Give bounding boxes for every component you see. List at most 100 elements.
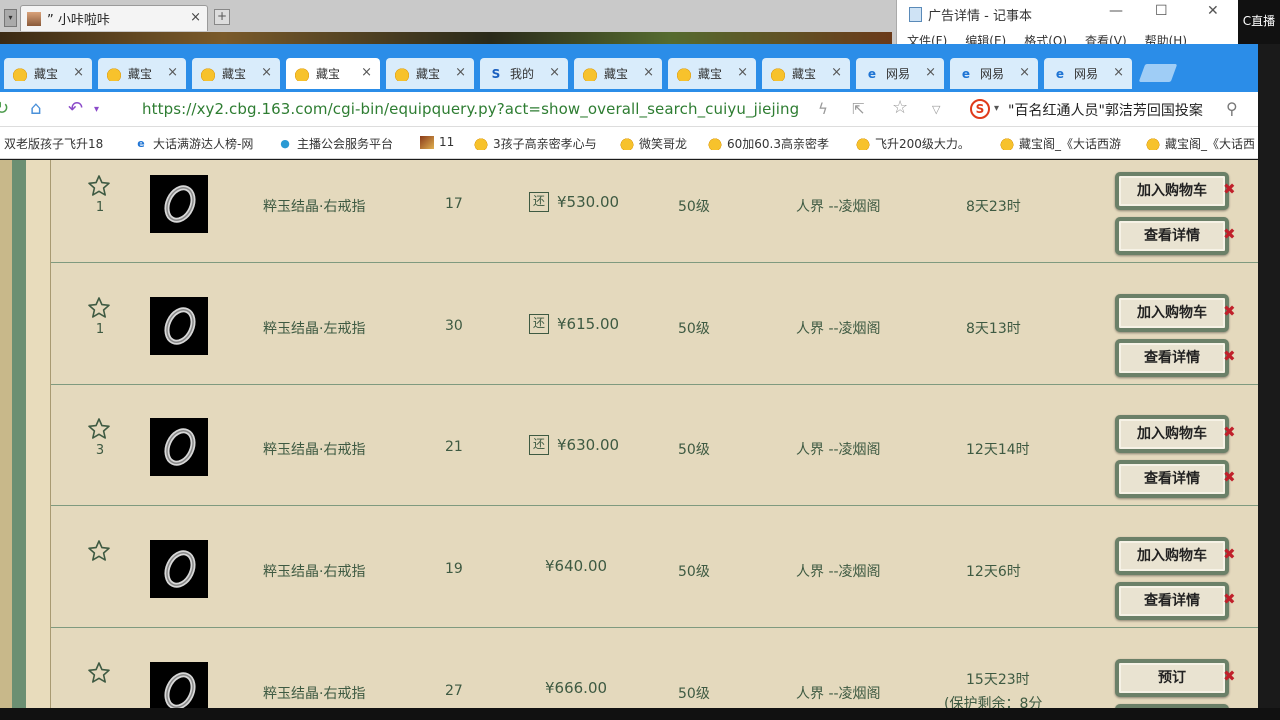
search-input[interactable]: "百名红通人员"郭洁芳回国投案 [1008,100,1203,120]
browser-tab[interactable]: S 我的 × [480,58,568,89]
add-tab-button[interactable] [1138,64,1178,82]
browser-tab[interactable]: 藏宝 × [98,58,186,89]
chick-icon [1146,137,1160,150]
star-icon[interactable] [87,174,111,198]
tab-close-icon[interactable]: × [831,65,842,80]
tab-close-icon[interactable]: × [261,65,272,80]
new-tab-button[interactable]: + [214,9,230,25]
star-icon[interactable] [87,539,111,563]
browser-tab[interactable]: 藏宝 × [192,58,280,89]
search-engine-dropdown-icon[interactable]: ▾ [994,103,999,114]
tab-close-icon[interactable]: × [1113,65,1124,80]
refresh-icon[interactable]: ↻ [0,98,9,119]
browser-tab-label: 网易 [1074,67,1099,81]
item-name-link[interactable]: 粹玉结晶·左戒指 [263,318,365,338]
browser-tab[interactable]: e 网易 × [856,58,944,89]
add-to-cart-button[interactable]: 加入购物车 [1115,172,1229,210]
maximize-button[interactable]: ☐ [1155,3,1168,19]
scrollbar[interactable] [1258,44,1280,708]
star-icon[interactable] [87,661,111,685]
tab-close-icon[interactable]: × [925,65,936,80]
bookmark-item[interactable]: ● 主播公会服务平台 [278,135,408,152]
item-level: 30 [445,318,463,334]
browser-tab[interactable]: 藏宝 × [574,58,662,89]
close-icon[interactable]: × [190,10,201,25]
item-price: ¥615.00 [557,315,620,333]
remove-icon[interactable]: ✖ [1223,225,1236,243]
bookmark-item[interactable]: e 大话满游达人榜-网 [134,135,264,152]
browser-tab[interactable]: 藏宝 × [4,58,92,89]
item-name-link[interactable]: 粹玉结晶·右戒指 [263,439,365,459]
view-details-button[interactable]: 查看详情 [1115,217,1229,255]
tab-close-icon[interactable]: × [73,65,84,80]
tab-close-icon[interactable]: × [167,65,178,80]
remove-icon[interactable]: ✖ [1223,347,1236,365]
item-name-link[interactable]: 粹玉结晶·右戒指 [263,683,365,703]
add-to-cart-button[interactable]: 加入购物车 [1115,537,1229,575]
outer-tab-menu-button[interactable]: ▾ [4,9,17,27]
ring-item-image[interactable] [150,297,208,355]
home-icon[interactable]: ⌂ [30,98,41,119]
remove-icon[interactable]: ✖ [1223,180,1236,198]
lightning-icon[interactable]: ϟ [818,100,828,118]
minimize-button[interactable]: — [1109,3,1123,19]
undo-icon[interactable]: ↶ [68,98,83,119]
remove-icon[interactable]: ✖ [1223,302,1236,320]
share-icon[interactable]: ⇱ [852,100,865,118]
bookmark-item[interactable]: 藏宝阁_《大话西游 [1000,135,1134,152]
tab-close-icon[interactable]: × [361,65,372,80]
search-engine-icon[interactable]: S [970,99,990,119]
tab-close-icon[interactable]: × [643,65,654,80]
ring-item-image[interactable] [150,662,208,708]
avatar-icon [27,11,41,26]
search-icon[interactable]: ⚲ [1226,99,1238,118]
ring-item-image[interactable] [150,175,208,233]
reserve-button[interactable]: 预订 [1115,659,1229,697]
remove-icon[interactable]: ✖ [1223,590,1236,608]
add-to-cart-button[interactable]: 加入购物车 [1115,415,1229,453]
bookmark-item[interactable]: 藏宝阁_《大话西 [1146,135,1258,152]
bookmark-item[interactable]: 60加60.3高亲密孝 [708,135,844,152]
remove-icon[interactable]: ✖ [1223,545,1236,563]
view-details-button[interactable]: 查看详情 [1115,339,1229,377]
star-icon[interactable]: ☆ [892,97,908,118]
bookmark-item[interactable]: 3孩子高亲密孝心与 [474,135,608,152]
chick-icon [1000,137,1014,150]
page-content: 1 粹玉结晶·右戒指 17 还 ¥530.00 50级 人界 --凌烟阁 8天23时 加入购物车… [0,160,1258,708]
star-icon[interactable] [87,296,111,320]
url-input[interactable]: https://xy2.cbg.163.com/cgi-bin/equipque… [142,100,799,118]
star-icon[interactable] [87,417,111,441]
tab-close-icon[interactable]: × [1019,65,1030,80]
notepad-window[interactable]: 广告详情 - 记事本 — ☐ ✕ 文件(F) 编辑(E) 格式(O) 查看(V) 帮助(… [896,0,1238,48]
ring-item-image[interactable] [150,418,208,476]
browser-tab[interactable]: 藏宝 × [762,58,850,89]
remove-icon[interactable]: ✖ [1223,667,1236,685]
tab-close-icon[interactable]: × [549,65,560,80]
price-cell: 还 ¥615.00 [529,314,619,334]
remove-icon[interactable]: ✖ [1223,468,1236,486]
view-details-button[interactable]: 查看详情 [1115,460,1229,498]
browser-tab[interactable]: 藏宝 × [386,58,474,89]
browser-tab[interactable]: e 网易 × [1044,58,1132,89]
ring-item-image[interactable] [150,540,208,598]
undo-dropdown-icon[interactable]: ▾ [94,104,99,115]
item-name-link[interactable]: 粹玉结晶·右戒指 [263,561,365,581]
browser-tab[interactable]: e 网易 × [950,58,1038,89]
bookmark-item[interactable]: 微笑哥龙 [620,135,696,152]
bookmark-item[interactable]: 双老版孩子飞升18 [4,135,122,152]
remove-icon[interactable]: ✖ [1223,423,1236,441]
outer-window-tab[interactable]: ” 小咔啦咔 × [20,5,208,31]
tab-close-icon[interactable]: × [455,65,466,80]
bookmark-item[interactable]: 11 [420,135,464,149]
add-to-cart-button[interactable]: 加入购物车 [1115,294,1229,332]
bookmark-item[interactable]: 飞升200级大力。 [856,135,988,152]
price-cell: 还 ¥630.00 [529,435,619,455]
browser-tab[interactable]: 藏宝 × [286,58,380,89]
notepad-close-button[interactable]: ✕ [1207,3,1219,19]
tab-close-icon[interactable]: × [737,65,748,80]
chevron-down-icon[interactable]: ▽ [932,103,940,116]
bargain-badge: 还 [529,192,549,212]
view-details-button[interactable]: 查看详情 [1115,582,1229,620]
browser-tab[interactable]: 藏宝 × [668,58,756,89]
item-name-link[interactable]: 粹玉结晶·右戒指 [263,196,365,216]
